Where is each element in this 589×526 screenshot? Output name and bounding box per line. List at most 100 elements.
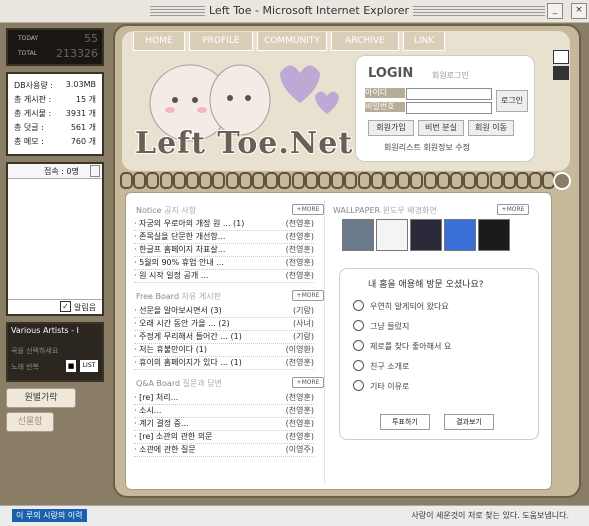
list-item[interactable]: · 소관에 관한 질문 (이영주)	[134, 444, 314, 457]
list-item[interactable]: · 한글프 홈페이지 차표살... (천영훈)	[134, 244, 314, 257]
list-item-author: (기랑)	[293, 332, 314, 341]
list-item[interactable]: · 주정게 무리해서 들어간 ... (1) (기랑)	[134, 331, 314, 344]
tab-link[interactable]: LINK	[403, 32, 445, 51]
spiral-ring	[291, 172, 305, 189]
list-item[interactable]: · 오래 시간 동안 가을 ... (2) (사녀)	[134, 318, 314, 331]
radio-icon[interactable]	[353, 320, 364, 331]
music-title: Various Artists - I	[11, 326, 79, 335]
chat-box: 접속 : 0명 ✓ 알림음	[6, 162, 104, 316]
list-item[interactable]: · [re] 처리... (천영훈)	[134, 392, 314, 405]
wallpaper-thumb[interactable]	[444, 219, 476, 251]
side-button-1[interactable]: 원별가락	[6, 388, 76, 408]
list-item-title: · 오래 시간 동안 가을 ... (2)	[134, 319, 230, 328]
wallpaper-more-button[interactable]: +MORE	[497, 204, 529, 215]
login-panel: LOGIN 회원로그인 아이디 비밀번호 로그인 회원가입 비번 분실 회원 이…	[355, 55, 535, 162]
music-line1: 곡을 선택하세요	[11, 347, 59, 355]
list-item[interactable]: · 5월의 90% 휴업 안내 ... (천영훈)	[134, 257, 314, 270]
list-item[interactable]: · 존목실을 단문한 개선항... (천영훈)	[134, 231, 314, 244]
alarm-checkbox[interactable]: ✓	[60, 301, 71, 312]
list-item[interactable]: · 휴이의 홈페이지가 있다 ... (1) (천영훈)	[134, 357, 314, 370]
wallpaper-thumb[interactable]	[410, 219, 442, 251]
poll-option[interactable]: 친구 소개로	[353, 360, 410, 372]
list-item[interactable]: · 선문을 알아보시면서 (3) (기랑)	[134, 305, 314, 318]
list-item-title: · 자궁의 우로아의 개정 원 ... (1)	[134, 219, 245, 228]
stat-value: 3.03MB	[65, 80, 96, 89]
spiral-ring	[120, 172, 133, 189]
find-password-button[interactable]: 비번 분실	[418, 120, 464, 136]
site-stats: DB사용량 : 3.03MB 총 게시판 : 15 개총 게시물 : 3931 개총 덧…	[6, 72, 104, 156]
list-item-author: (천영훈)	[285, 271, 314, 280]
list-item[interactable]: · 저는 휴불만이다 (1) (이영환)	[134, 344, 314, 357]
wallpaper-thumb[interactable]	[478, 219, 510, 251]
qa-title-ko: 질문과 답변	[182, 379, 222, 388]
radio-icon[interactable]	[353, 300, 364, 311]
visitor-counter: TODAY 55 TOTAL 213326	[6, 28, 104, 66]
notice-header: Notice 공지 사항	[136, 205, 196, 216]
list-item-title: · 한글프 홈페이지 차표살...	[134, 245, 226, 254]
site-logo: Left Toe.Net	[134, 125, 354, 162]
poll-option[interactable]: 우연히 알게되어 왔다요	[353, 300, 449, 312]
qa-header: Q&A Board 질문과 답변	[136, 378, 222, 389]
wallpaper-title-en: WALLPAPER	[333, 206, 381, 215]
member-move-button[interactable]: 회원 이동	[468, 120, 514, 136]
stop-button[interactable]: ■	[66, 360, 76, 372]
results-button[interactable]: 결과보기	[444, 414, 494, 430]
radio-icon[interactable]	[353, 360, 364, 371]
wallpaper-thumb[interactable]	[376, 219, 408, 251]
free-title-ko: 자유 게시판	[181, 292, 221, 301]
spiral-ring	[133, 172, 147, 189]
free-more-button[interactable]: +MORE	[292, 290, 324, 301]
spiral-ring	[476, 172, 490, 189]
list-item[interactable]: · [re] 소관의 관한 의문 (천영훈)	[134, 431, 314, 444]
list-item-author: (천영훈)	[285, 358, 314, 367]
radio-icon[interactable]	[353, 340, 364, 351]
notice-more-button[interactable]: +MORE	[292, 204, 324, 215]
poll-option[interactable]: 제로를 찾다 좋아해서 요	[353, 340, 451, 352]
list-item-title: · 주정게 무리해서 들어간 ... (1)	[134, 332, 242, 341]
spiral-ring	[252, 172, 265, 189]
today-label: TODAY	[18, 35, 39, 42]
list-item[interactable]: · 자궁의 우로아의 개정 원 ... (1) (천영훈)	[134, 218, 314, 231]
list-item-author: (천영훈)	[285, 393, 314, 402]
login-button[interactable]: 로그인	[496, 90, 528, 112]
spiral-ring	[489, 172, 503, 189]
wallpaper-thumb[interactable]	[342, 219, 374, 251]
close-button[interactable]: ×	[571, 3, 587, 19]
list-item-title: · 원 시작 일정 공개 ...	[134, 271, 209, 280]
list-item-author: (천영훈)	[285, 406, 314, 415]
stat-label: DB사용량 :	[14, 81, 53, 90]
qa-more-button[interactable]: +MORE	[292, 377, 324, 388]
poll-option[interactable]: 기타 이유로	[353, 380, 409, 392]
spiral-ring	[278, 172, 292, 189]
password-input[interactable]	[406, 102, 492, 114]
column-divider	[324, 201, 326, 483]
spiral-ring	[384, 172, 397, 189]
radio-icon[interactable]	[353, 380, 364, 391]
playlist-button[interactable]: LIST	[80, 360, 98, 372]
list-item[interactable]: · 원 시작 일정 공개 ... (천영훈)	[134, 270, 314, 283]
spiral-ring	[410, 172, 424, 189]
minimize-button[interactable]: _	[547, 3, 563, 19]
chat-footer: ✓ 알림음	[8, 299, 102, 314]
notice-title-ko: 공지 사항	[164, 206, 197, 215]
poll-option-label: 친구 소개로	[370, 362, 410, 371]
vote-button[interactable]: 투표하기	[380, 414, 430, 430]
title-bar: Left Toe - Microsoft Internet Explorer _…	[0, 0, 589, 23]
poll-box: 내 홈을 애용해 방문 오셨나요? 우연히 알게되어 왔다요 그냥 들렀지 제로를 …	[339, 268, 539, 440]
poll-option[interactable]: 그냥 들렀지	[353, 320, 409, 332]
list-item[interactable]: · 소시... (천영훈)	[134, 405, 314, 418]
login-links[interactable]: 회원리스트 회원정보 수정	[384, 142, 470, 153]
side-button-2[interactable]: 선물함	[6, 412, 54, 432]
list-item[interactable]: · 계기 결정 중... (천영훈)	[134, 418, 314, 431]
qa-title-en: Q&A Board	[136, 379, 181, 388]
join-button[interactable]: 회원가입	[368, 120, 414, 136]
list-item-title: · 5월의 90% 휴업 안내 ...	[134, 258, 224, 267]
alarm-label: 알림음	[74, 303, 97, 312]
side-control-bottom[interactable]	[553, 66, 569, 80]
list-item-title: · 계기 결정 중...	[134, 419, 189, 428]
scroll-up-icon[interactable]	[90, 165, 100, 177]
id-input[interactable]	[406, 88, 492, 100]
poll-option-label: 우연히 알게되어 왔다요	[370, 302, 449, 311]
side-control-top[interactable]	[553, 50, 569, 64]
wallpaper-header: WALLPAPER 윈도우 배경화면	[333, 205, 437, 216]
